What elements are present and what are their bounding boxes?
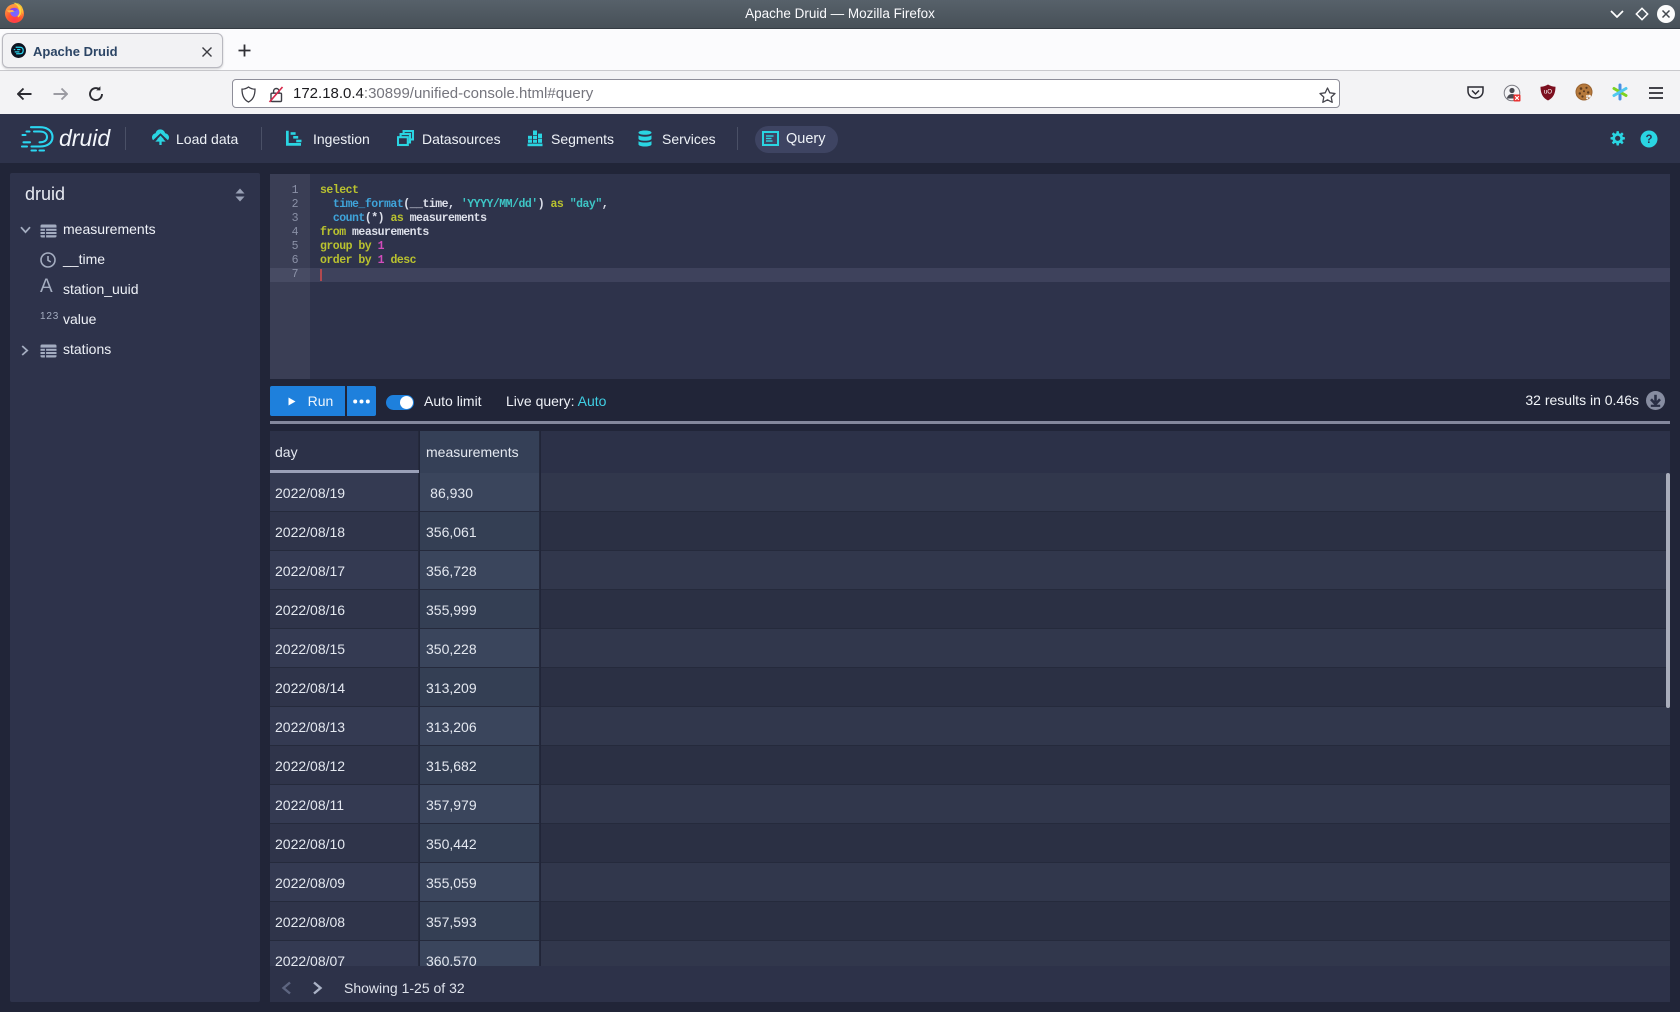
svg-text:?: ? bbox=[1645, 134, 1652, 146]
svg-text:uO: uO bbox=[1544, 89, 1552, 96]
